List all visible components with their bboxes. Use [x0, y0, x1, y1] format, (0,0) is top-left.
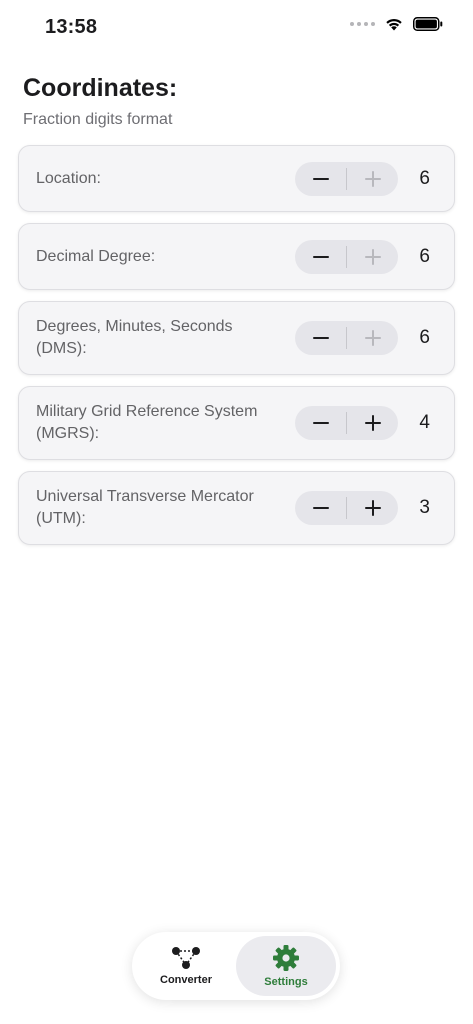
- decrement-button[interactable]: [295, 321, 346, 355]
- minus-icon: [312, 171, 329, 187]
- setting-label: Location:: [36, 170, 101, 187]
- minus-icon: [312, 500, 329, 516]
- setting-value: 6: [419, 327, 430, 348]
- increment-button[interactable]: [347, 406, 398, 440]
- page-subtitle: Fraction digits format: [23, 111, 173, 128]
- decrement-button[interactable]: [295, 240, 346, 274]
- status-icons: [350, 17, 443, 31]
- cellular-signal-icon: [350, 22, 375, 26]
- setting-row-utm: Universal Transverse Mercator (UTM): 3: [18, 471, 455, 545]
- increment-button[interactable]: [347, 162, 398, 196]
- tab-converter[interactable]: Converter: [136, 936, 236, 996]
- plus-icon: [364, 415, 381, 431]
- decrement-button[interactable]: [295, 162, 346, 196]
- status-time: 13:58: [45, 16, 98, 38]
- tab-settings[interactable]: Settings: [236, 936, 336, 996]
- setting-label: Decimal Degree:: [36, 248, 156, 265]
- plus-icon: [364, 500, 381, 516]
- setting-value: 4: [419, 412, 430, 433]
- setting-label: Military Grid Reference System (MGRS):: [36, 403, 258, 442]
- decimal-degree-digits-stepper: [295, 240, 398, 274]
- page-title: Coordinates:: [23, 74, 178, 102]
- setting-value: 6: [419, 246, 430, 267]
- setting-row-decimal-degree: Decimal Degree: 6: [18, 223, 455, 290]
- location-digits-stepper: [295, 162, 398, 196]
- setting-row-dms: Degrees, Minutes, Seconds (DMS): 6: [18, 301, 455, 375]
- utm-digits-stepper: [295, 491, 398, 525]
- converter-graph-icon: [172, 947, 200, 969]
- increment-button[interactable]: [347, 491, 398, 525]
- setting-row-mgrs: Military Grid Reference System (MGRS): 4: [18, 386, 455, 460]
- setting-label: Degrees, Minutes, Seconds (DMS):: [36, 318, 233, 357]
- setting-row-location: Location: 6: [18, 145, 455, 212]
- decrement-button[interactable]: [295, 406, 346, 440]
- setting-label: Universal Transverse Mercator (UTM):: [36, 488, 254, 527]
- tab-bar: Converter Settings: [132, 932, 340, 1000]
- status-bar: 13:58: [0, 0, 473, 56]
- setting-value: 3: [419, 497, 430, 518]
- battery-icon: [413, 17, 443, 31]
- wifi-icon: [386, 18, 402, 31]
- decrement-button[interactable]: [295, 491, 346, 525]
- minus-icon: [312, 415, 329, 431]
- section-header: Coordinates: Fraction digits format: [23, 74, 177, 129]
- setting-value: 6: [419, 168, 430, 189]
- increment-button[interactable]: [347, 240, 398, 274]
- gear-icon: [273, 945, 299, 971]
- minus-icon: [312, 330, 329, 346]
- increment-button[interactable]: [347, 321, 398, 355]
- minus-icon: [312, 249, 329, 265]
- settings-list: Location: 6 Decimal Degree: 6 Degrees, M…: [18, 145, 455, 556]
- tab-label: Settings: [264, 976, 308, 988]
- plus-icon: [364, 171, 381, 187]
- mgrs-digits-stepper: [295, 406, 398, 440]
- dms-digits-stepper: [295, 321, 398, 355]
- tab-label: Converter: [160, 974, 212, 986]
- plus-icon: [364, 249, 381, 265]
- plus-icon: [364, 330, 381, 346]
